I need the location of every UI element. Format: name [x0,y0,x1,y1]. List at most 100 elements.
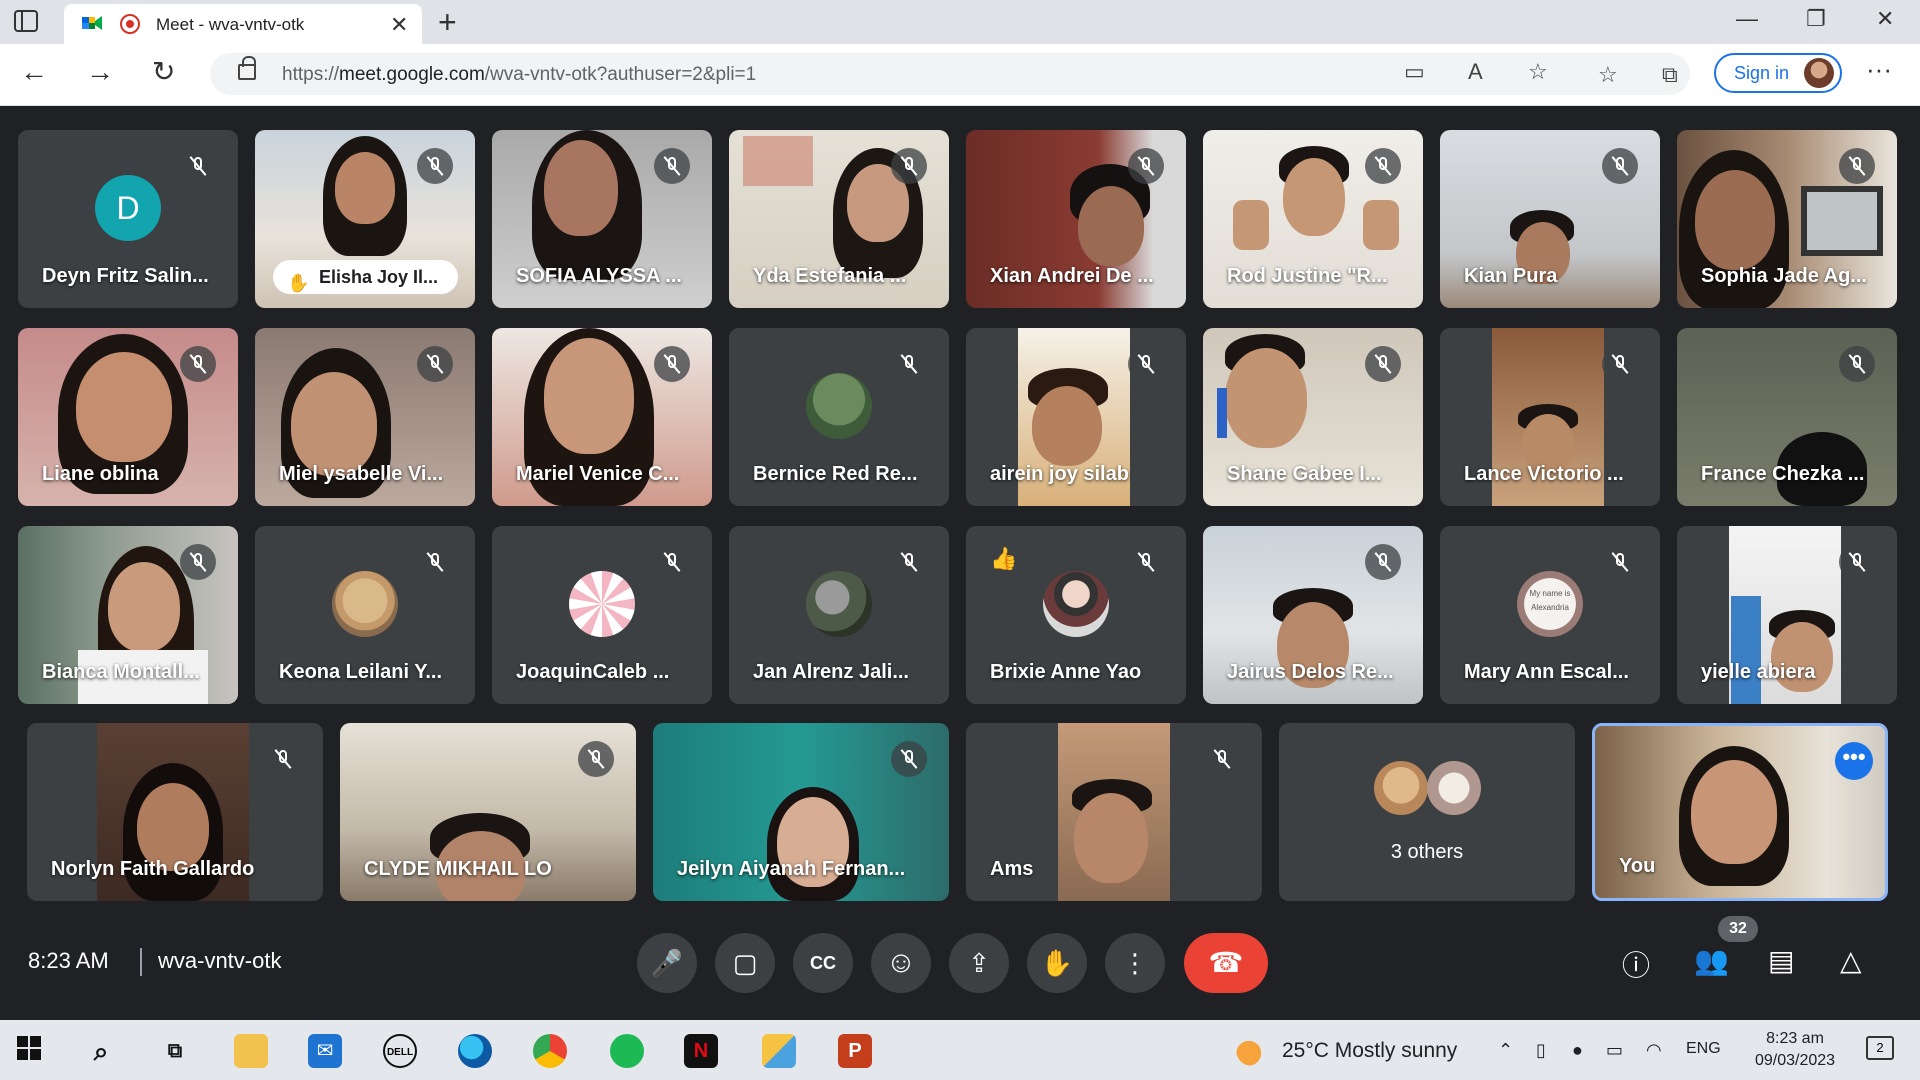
more-options-button[interactable]: ⋮ [1105,933,1165,993]
add-favorite-icon[interactable]: ☆ [1528,59,1548,85]
participant-tile[interactable]: Norlyn Faith Gallardo [27,723,323,901]
browser-tab-meet[interactable]: Meet - wva-vntv-otk ✕ [64,4,422,44]
dell-icon[interactable]: DELL [383,1034,417,1068]
participant-tile[interactable]: Mariel Venice C... [492,328,712,506]
participant-name: Ams [990,858,1034,880]
netflix-icon[interactable]: N [684,1034,718,1068]
others-tile[interactable]: 3 others [1279,723,1575,901]
microphone-tray-icon[interactable]: ● [1572,1040,1583,1061]
participant-tile[interactable]: Jan Alrenz Jali... [729,526,949,704]
participant-tile[interactable]: Jairus Delos Re... [1203,526,1423,704]
participant-tile[interactable]: JoaquinCaleb ... [492,526,712,704]
activities-icon[interactable]: △ [1840,944,1862,977]
files-icon[interactable] [762,1034,796,1068]
powerpoint-icon[interactable]: P [838,1034,872,1068]
emoji-icon: ☺ [885,946,917,979]
muted-mic-icon [1839,148,1875,184]
leave-call-button[interactable]: ☎ [1184,933,1268,993]
participant-tile[interactable]: Liane oblina [18,328,238,506]
participant-name: Mariel Venice C... [516,463,680,485]
file-explorer-icon[interactable] [234,1034,268,1068]
chevron-up-icon[interactable]: ⌃ [1498,1040,1513,1061]
participant-tile[interactable]: My name is Alexandria Mary Ann Escal... [1440,526,1660,704]
taskbar-time: 8:23 am [1766,1030,1824,1047]
more-menu-icon[interactable]: ··· [1866,54,1892,85]
camera-icon: ▢ [732,948,758,978]
mail-icon[interactable]: ✉ [308,1034,342,1068]
muted-mic-icon [1602,544,1638,580]
muted-mic-icon [578,741,614,777]
search-icon[interactable]: ⌕ [84,1034,118,1068]
participant-tile[interactable]: Yda Estefania ... [729,130,949,308]
back-icon[interactable]: ← [20,58,48,86]
participant-tile[interactable]: Lance Victorio ... [1440,328,1660,506]
read-aloud-icon[interactable]: A [1468,59,1483,85]
camera-in-use-icon[interactable]: ▭ [1404,59,1425,85]
wifi-icon[interactable]: ◠ [1646,1040,1662,1061]
present-button[interactable]: ⇪ [949,933,1009,993]
taskbar-date: 09/03/2023 [1754,1052,1836,1069]
language-indicator[interactable]: ENG [1686,1040,1721,1058]
emoji-button[interactable]: ☺ [871,933,931,993]
forward-icon[interactable]: → [86,58,114,86]
reload-icon[interactable]: ↻ [152,58,175,86]
participant-name: yielle abiera [1701,661,1816,683]
participant-tile[interactable]: Bianca Montall... [18,526,238,704]
participant-tile[interactable]: Bernice Red Re... [729,328,949,506]
chat-icon[interactable]: ▤ [1768,944,1794,977]
participant-tile[interactable]: Rod Justine "R... [1203,130,1423,308]
url-field[interactable]: https://meet.google.com/wva-vntv-otk?aut… [210,53,1690,95]
close-tab-icon[interactable]: ✕ [390,12,408,38]
others-label: 3 others [1390,841,1464,863]
participant-tile[interactable]: Kian Pura [1440,130,1660,308]
restore-button[interactable]: ❐ [1806,6,1826,32]
participant-tile[interactable]: France Chezka ... [1677,328,1897,506]
participant-count-badge: 32 [1718,916,1758,942]
more-options-icon[interactable]: ••• [1835,742,1873,780]
muted-mic-icon [654,544,690,580]
participant-tile[interactable]: yielle abiera [1677,526,1897,704]
favorites-icon[interactable]: ☆ [1598,62,1618,88]
participant-tile[interactable]: Miel ysabelle Vi... [255,328,475,506]
participant-tile[interactable]: airein joy silab [966,328,1186,506]
muted-mic-icon [1602,148,1638,184]
participant-tile[interactable]: Ams [966,723,1262,901]
weather-text[interactable]: 25°C Mostly sunny [1282,1039,1457,1063]
participant-tile[interactable]: ✋ Elisha Joy Il... [255,130,475,308]
sign-in-label: Sign in [1734,63,1790,83]
battery-icon[interactable]: ▭ [1606,1040,1623,1061]
participant-tile[interactable]: Keona Leilani Y... [255,526,475,704]
people-icon[interactable]: 👥 [1694,944,1729,977]
participant-tile[interactable]: 👍 Brixie Anne Yao [966,526,1186,704]
spotify-icon[interactable] [610,1034,644,1068]
device-icon[interactable]: ▯ [1536,1040,1546,1061]
participant-tile[interactable]: Shane Gabee I... [1203,328,1423,506]
participant-tile[interactable]: D Deyn Fritz Salin... [18,130,238,308]
self-tile[interactable]: ••• You [1592,723,1888,901]
new-tab-button[interactable]: + [438,4,457,41]
edge-icon[interactable] [458,1034,492,1068]
task-view-icon[interactable]: ⧉ [158,1034,192,1068]
participant-tile[interactable]: Xian Andrei De ... [966,130,1186,308]
meeting-info-icon[interactable]: ⓘ [1622,944,1650,984]
sign-in-button[interactable]: Sign in [1714,53,1842,93]
raise-hand-button[interactable]: ✋ [1027,933,1087,993]
collections-icon[interactable]: ⧉ [1662,62,1678,88]
participant-name: airein joy silab [990,463,1129,485]
participant-tile[interactable]: SOFIA ALYSSA ... [492,130,712,308]
windows-start-icon[interactable] [12,1034,46,1068]
microphone-button[interactable]: 🎤 [637,933,697,993]
participant-tile[interactable]: CLYDE MIKHAIL LO [340,723,636,901]
minimize-button[interactable]: — [1736,6,1758,32]
tab-actions-icon[interactable] [14,10,38,32]
self-label: You [1619,855,1656,877]
close-window-button[interactable]: ✕ [1876,6,1894,32]
chrome-icon[interactable] [533,1034,567,1068]
participant-tile[interactable]: Jeilyn Aiyanah Fernan... [653,723,949,901]
taskbar-clock[interactable]: 8:23 am 09/03/2023 [1750,1028,1840,1072]
notifications-icon[interactable]: 2 [1866,1036,1894,1060]
camera-button[interactable]: ▢ [715,933,775,993]
captions-button[interactable]: CC [793,933,853,993]
participant-tile[interactable]: Sophia Jade Ag... [1677,130,1897,308]
lock-icon[interactable] [238,56,256,80]
